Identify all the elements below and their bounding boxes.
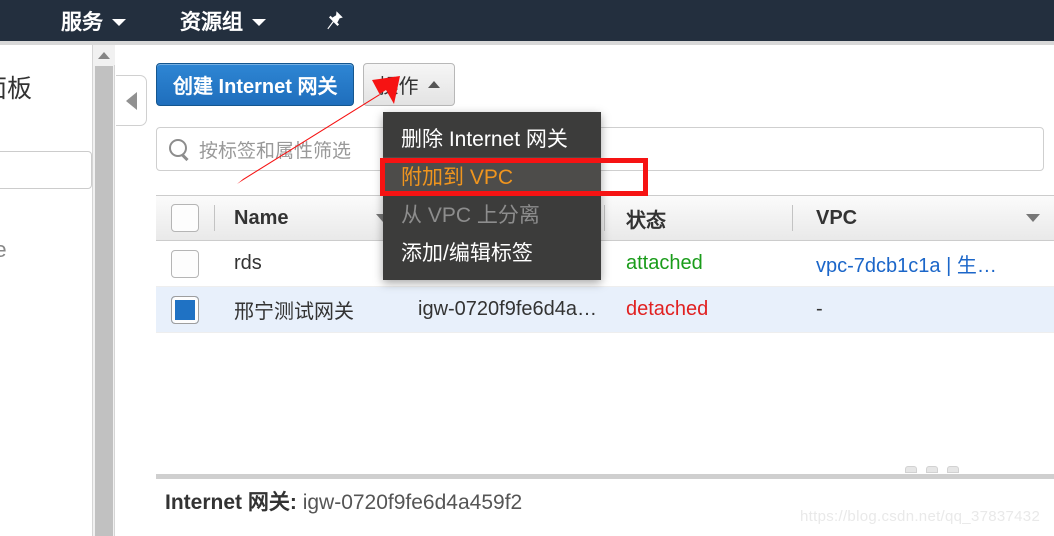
detail-panel-grip[interactable] <box>905 466 959 473</box>
filter-placeholder: 按标签和属性筛选 <box>199 140 352 162</box>
actions-dropdown-menu: 删除 Internet 网关 附加到 VPC 从 VPC 上分离 添加/编辑标签 <box>383 112 601 280</box>
menu-item-add-edit-tags[interactable]: 添加/编辑标签 <box>383 233 601 271</box>
sidebar-item-nat-gateway[interactable]: ate <box>0 237 7 263</box>
column-header-name-label: Name <box>234 206 289 229</box>
table-row[interactable]: rds igw-01867a71f029… attached vpc-7dcb1… <box>156 241 1054 287</box>
detail-panel-divider[interactable] <box>156 474 1054 479</box>
chevron-down-icon[interactable] <box>1026 214 1040 222</box>
create-internet-gateway-button[interactable]: 创建 Internet 网关 <box>156 63 355 106</box>
nav-resource-groups-label: 资源组 <box>180 10 243 34</box>
row-vpc-link[interactable]: vpc-7dcb1c1a | 生… <box>792 241 1054 287</box>
row-checkbox[interactable] <box>171 249 199 278</box>
row-name: 邢宁测试网关 <box>234 301 354 323</box>
app-root: 服务 资源组 面板 ate t 网关 创建 Internet 网关 <box>0 0 1054 536</box>
pin-button[interactable] <box>320 0 346 41</box>
row-name: rds <box>234 252 262 274</box>
watermark: https://blog.csdn.net/qq_37837432 <box>800 508 1041 525</box>
row-checkbox[interactable] <box>171 295 199 324</box>
row-state-badge: detached <box>626 298 709 320</box>
grip-dot <box>926 466 938 473</box>
chevron-down-icon <box>112 19 126 26</box>
chevron-down-icon <box>252 19 266 26</box>
actions-button-label: 操作 <box>378 76 419 98</box>
select-all-checkbox[interactable] <box>171 204 199 232</box>
chevron-up-icon <box>98 51 110 59</box>
row-gateway-id: igw-0720f9fe6d4a… <box>418 298 598 320</box>
table-row[interactable]: 邢宁测试网关 igw-0720f9fe6d4a… detached - <box>156 287 1054 333</box>
select-all-header <box>156 195 214 241</box>
actions-button[interactable]: 操作 <box>363 63 456 106</box>
column-header-vpc[interactable]: VPC <box>792 195 1054 241</box>
row-state-badge: attached <box>626 252 703 274</box>
column-header-name[interactable]: Name <box>214 195 404 241</box>
scrollbar-thumb[interactable] <box>95 66 113 536</box>
detail-panel-value: igw-0720f9fe6d4a459f2 <box>302 491 523 514</box>
row-vpc-value: - <box>816 298 823 320</box>
row-select-cell <box>156 287 214 333</box>
menu-item-delete-internet-gateway[interactable]: 删除 Internet 网关 <box>383 119 601 157</box>
nav-services-label: 服务 <box>61 10 103 34</box>
detail-panel-title: Internet 网关: igw-0720f9fe6d4a459f2 <box>165 486 522 516</box>
search-icon <box>169 139 189 159</box>
chevron-up-icon <box>428 81 441 88</box>
scroll-up-button[interactable] <box>93 45 115 65</box>
chevron-left-icon <box>125 91 137 110</box>
sidebar-search-input[interactable] <box>0 151 92 189</box>
main-content: 创建 Internet 网关 操作 按标签和属性筛选 Name 状态 VPC r… <box>148 45 1054 536</box>
pin-icon <box>327 10 343 29</box>
grip-dot <box>947 466 959 473</box>
sidebar-title: 面板 <box>0 75 33 103</box>
column-header-state[interactable]: 状态 <box>604 195 792 241</box>
grip-dot <box>905 466 917 473</box>
menu-item-attach-to-vpc[interactable]: 附加到 VPC <box>383 157 601 195</box>
nav-services[interactable]: 服务 <box>55 0 132 41</box>
menu-item-detach-from-vpc: 从 VPC 上分离 <box>401 204 540 227</box>
row-select-cell <box>156 241 214 287</box>
internet-gateways-table: Name 状态 VPC rds i <box>156 195 1054 333</box>
sidebar-collapse-button[interactable] <box>116 75 147 126</box>
nav-resource-groups[interactable]: 资源组 <box>174 0 272 41</box>
column-header-vpc-label: VPC <box>816 206 858 229</box>
sidebar-scrollbar[interactable] <box>93 45 115 536</box>
toolbar: 创建 Internet 网关 操作 <box>156 63 456 106</box>
table-header-row: Name 状态 VPC <box>156 195 1054 241</box>
column-header-state-label: 状态 <box>626 209 666 232</box>
top-navigation-bar: 服务 资源组 <box>0 0 1054 41</box>
detail-panel-label: Internet 网关: <box>165 491 297 514</box>
left-sidebar: 面板 ate t 网关 <box>0 45 93 536</box>
